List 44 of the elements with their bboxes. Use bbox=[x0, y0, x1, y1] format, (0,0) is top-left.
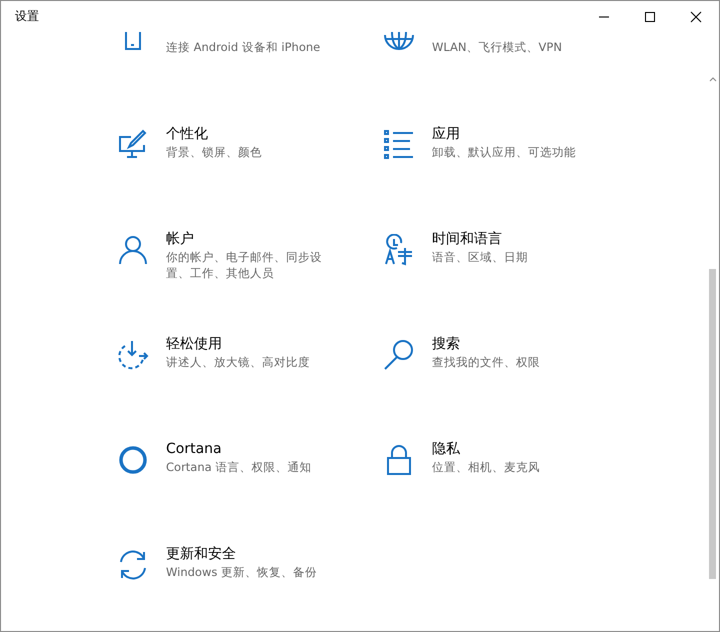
category-title: 应用 bbox=[432, 125, 461, 144]
settings-category[interactable]: 轻松使用 讲述人、放大镜、高对比度 bbox=[117, 331, 383, 436]
category-description: Cortana 语言、权限、通知 bbox=[166, 459, 312, 475]
category-title: 更新和安全 bbox=[166, 545, 237, 564]
settings-category[interactable]: WLAN、飞行模式、VPN bbox=[383, 32, 683, 121]
category-description: WLAN、飞行模式、VPN bbox=[432, 39, 563, 55]
category-description: 查找我的文件、权限 bbox=[432, 354, 541, 370]
category-description: Windows 更新、恢复、备份 bbox=[166, 564, 318, 580]
settings-category[interactable]: 个性化 背景、锁屏、颜色 bbox=[117, 121, 383, 226]
close-icon bbox=[690, 10, 702, 22]
ring-icon bbox=[117, 444, 149, 476]
ease-of-access-icon bbox=[117, 339, 149, 371]
category-description: 连接 Android 设备和 iPhone bbox=[166, 39, 322, 55]
category-description: 讲述人、放大镜、高对比度 bbox=[166, 354, 311, 370]
category-title: Cortana bbox=[166, 440, 223, 459]
globe-icon bbox=[383, 32, 415, 50]
scrollbar-thumb[interactable] bbox=[709, 269, 716, 579]
settings-category[interactable]: Cortana Cortana 语言、权限、通知 bbox=[117, 436, 383, 541]
category-title: 搜索 bbox=[432, 335, 461, 354]
category-description: 背景、锁屏、颜色 bbox=[166, 144, 263, 160]
category-title: 隐私 bbox=[432, 440, 461, 459]
category-title: 帐户 bbox=[166, 230, 195, 249]
settings-category[interactable]: 搜索 查找我的文件、权限 bbox=[383, 331, 683, 436]
settings-category[interactable]: 应用 卸载、默认应用、可选功能 bbox=[383, 121, 683, 226]
category-description: 卸载、默认应用、可选功能 bbox=[432, 144, 577, 160]
person-icon bbox=[117, 234, 149, 266]
settings-category[interactable]: 帐户 你的帐户、电子邮件、同步设置、工作、其他人员 bbox=[117, 226, 383, 331]
clock-character-icon bbox=[383, 234, 415, 266]
category-description: 位置、相机、麦克风 bbox=[432, 459, 541, 475]
settings-category[interactable]: 时间和语言 语音、区域、日期 bbox=[383, 226, 683, 331]
category-description: 语音、区域、日期 bbox=[432, 249, 529, 265]
maximize-icon bbox=[644, 10, 656, 22]
list-icon bbox=[383, 129, 415, 161]
category-title: 轻松使用 bbox=[166, 335, 223, 354]
settings-category[interactable]: 连接 Android 设备和 iPhone bbox=[117, 32, 383, 121]
sync-icon bbox=[117, 549, 149, 581]
category-description: 你的帐户、电子邮件、同步设置、工作、其他人员 bbox=[166, 249, 323, 281]
category-title: 个性化 bbox=[166, 125, 209, 144]
paintbrush-monitor-icon bbox=[117, 129, 149, 161]
settings-category[interactable]: 隐私 位置、相机、麦克风 bbox=[383, 436, 683, 541]
window-title: 设置 bbox=[15, 8, 40, 25]
category-title: 时间和语言 bbox=[432, 230, 503, 249]
search-icon bbox=[383, 339, 415, 371]
settings-category[interactable]: 更新和安全 Windows 更新、恢复、备份 bbox=[117, 541, 383, 631]
